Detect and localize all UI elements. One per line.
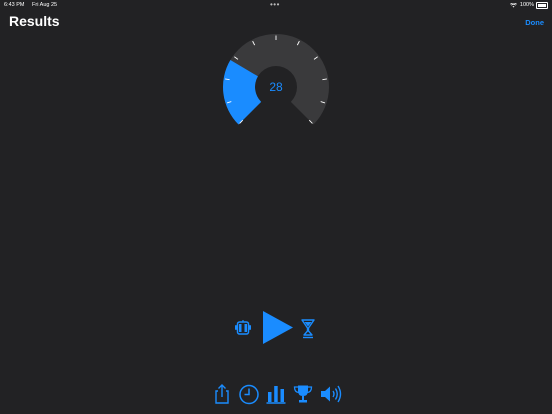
status-time: 6:43 PM — [4, 2, 25, 8]
status-left: 6:43 PM Fri Aug 25 — [4, 2, 63, 8]
status-bar: 6:43 PM Fri Aug 25 ••• 100% — [0, 0, 552, 10]
page-title: Results — [9, 13, 60, 29]
speaker-icon[interactable] — [318, 382, 342, 406]
done-button[interactable]: Done — [525, 18, 544, 27]
playback-controls — [230, 308, 322, 348]
bottom-toolbar — [210, 382, 345, 406]
clock-icon[interactable] — [237, 382, 261, 406]
multitasking-dots[interactable]: ••• — [270, 0, 280, 9]
trophy-icon[interactable] — [291, 382, 315, 406]
battery-icon — [536, 2, 548, 9]
timer-glass-icon[interactable] — [300, 318, 316, 339]
wifi-icon — [509, 2, 517, 8]
battery-percent: 100% — [519, 2, 534, 9]
gauge-value: 28 — [269, 80, 283, 94]
share-icon[interactable] — [210, 382, 234, 406]
status-right: 100% — [509, 2, 548, 9]
play-icon[interactable] — [262, 310, 294, 345]
status-date: Fri Aug 25 — [32, 2, 58, 8]
bar-chart-icon[interactable] — [264, 382, 288, 406]
robot-icon[interactable] — [234, 319, 252, 337]
